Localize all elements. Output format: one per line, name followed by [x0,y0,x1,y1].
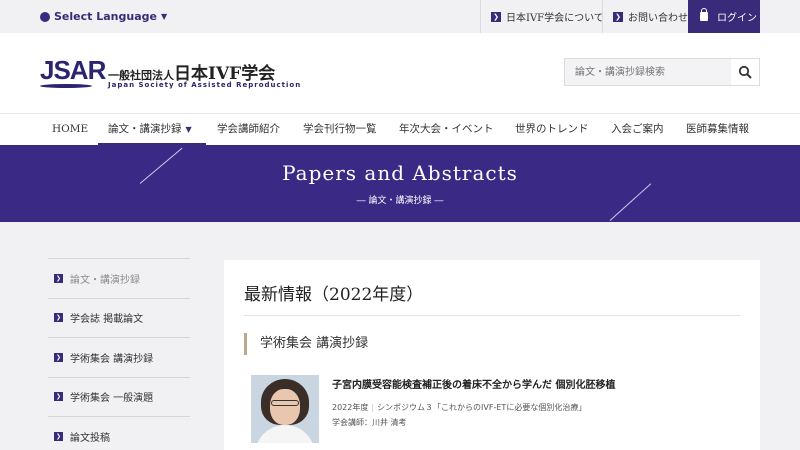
logo[interactable]: JSAR [40,55,106,86]
section-heading: 学術集会 講演抄録 [244,333,368,355]
site-header: JSAR 一般社団法人日本IVF学会 Japan Society of Assi… [0,33,800,113]
article-title-link[interactable]: 子宮内膜受容能検査補正後の着床不全から学んだ 個別化胚移植 [332,376,615,391]
contact-link-label: お問い合わせ [628,13,688,24]
sidebar-item-label: 学会誌 掲載論文 [70,314,144,326]
top-utility-bar: Select Language ▼ ❯ 日本IVF学会について ❯ お問い合わせ… [0,0,800,33]
caret-down-icon: ▼ [185,125,192,134]
nav-membership[interactable]: 入会ご案内 [611,114,664,146]
search-button[interactable] [731,59,759,85]
chevron-right-icon: ❯ [54,392,63,402]
caret-down-icon: ▼ [160,12,168,21]
photo-face [270,389,300,425]
chevron-right-icon: ❯ [54,273,63,283]
about-link[interactable]: ❯ 日本IVF学会について [480,0,614,33]
sidebar: ❯ 論文・講演抄録 ❯ 学会誌 掲載論文 ❯ 学術集会 講演抄録 ❯ 学術集会 … [48,258,190,450]
about-link-label: 日本IVF学会について [506,13,604,24]
chevron-right-icon: ❯ [54,431,63,441]
logo-swoosh [40,84,92,88]
sidebar-item-label: 学術集会 講演抄録 [70,353,154,365]
nav-publications[interactable]: 学会刊行物一覧 [303,114,377,146]
chevron-right-icon: ❯ [54,352,63,362]
sidebar-item-label: 論文・講演抄録 [70,274,140,286]
main-content: 最新情報（2022年度） 学術集会 講演抄録 子宮内膜受容能検査補正後の着床不全… [224,260,760,450]
sidebar-item-submit[interactable]: ❯ 論文投稿 [48,416,190,450]
main-nav: HOME 論文・講演抄録 ▼ 学会講師紹介 学会刊行物一覧 年次大会・イベント 世… [0,113,800,146]
org-name-english: Japan Society of Assisted Reproduction [108,81,302,89]
language-selector[interactable]: Select Language ▼ [40,10,167,23]
page-title: Papers and Abstracts [282,161,518,185]
divider [244,315,740,316]
photo-glasses [271,400,299,406]
sidebar-item-general[interactable]: ❯ 学術集会 一般演題 [48,376,190,417]
nav-trends[interactable]: 世界のトレンド [515,114,589,146]
sidebar-item-label: 学術集会 一般演題 [70,393,154,405]
page-subtitle: ― 論文・講演抄録 ― [356,196,444,206]
language-label: Select Language [54,10,157,23]
login-label: ログイン [717,13,757,24]
nav-papers[interactable]: 論文・講演抄録 ▼ [98,114,206,146]
chevron-right-icon: ❯ [54,313,63,323]
article-year: 2022年度 [332,403,369,412]
chevron-right-icon: ❯ [613,11,623,22]
lock-icon [700,8,708,21]
article-session: シンポジウム３「これからのIVF-ETに必要な個別化治療」 [377,403,587,412]
nav-lecturers[interactable]: 学会講師紹介 [217,114,280,146]
photo-coat [255,425,315,443]
nav-jobs[interactable]: 医師募集情報 [686,114,749,146]
nav-events[interactable]: 年次大会・イベント [399,114,494,146]
globe-icon [40,11,50,22]
content-title: 最新情報（2022年度） [244,285,424,305]
login-button[interactable]: ログイン [688,0,760,33]
search-input[interactable] [565,59,731,85]
search-icon [738,65,752,79]
contact-link[interactable]: ❯ お問い合わせ [602,0,698,33]
article-lecturer: 学会講師：川井 清考 [332,418,407,427]
nav-home[interactable]: HOME [52,114,88,146]
separator: | [371,403,375,412]
chevron-right-icon: ❯ [491,11,501,22]
search-box [564,58,760,86]
sidebar-item-journal[interactable]: ❯ 学会誌 掲載論文 [48,297,190,338]
nav-papers-label: 論文・講演抄録 [108,123,182,135]
lecturer-photo[interactable] [251,375,319,443]
sidebar-item-papers[interactable]: ❯ 論文・講演抄録 [48,258,190,298]
sidebar-item-abstracts[interactable]: ❯ 学術集会 講演抄録 [48,337,190,377]
sidebar-item-label: 論文投稿 [70,432,110,444]
article-meta: 2022年度 | シンポジウム３「これからのIVF-ETに必要な個別化治療」 [332,402,586,413]
page-hero: Papers and Abstracts ― 論文・講演抄録 ― [0,145,800,222]
